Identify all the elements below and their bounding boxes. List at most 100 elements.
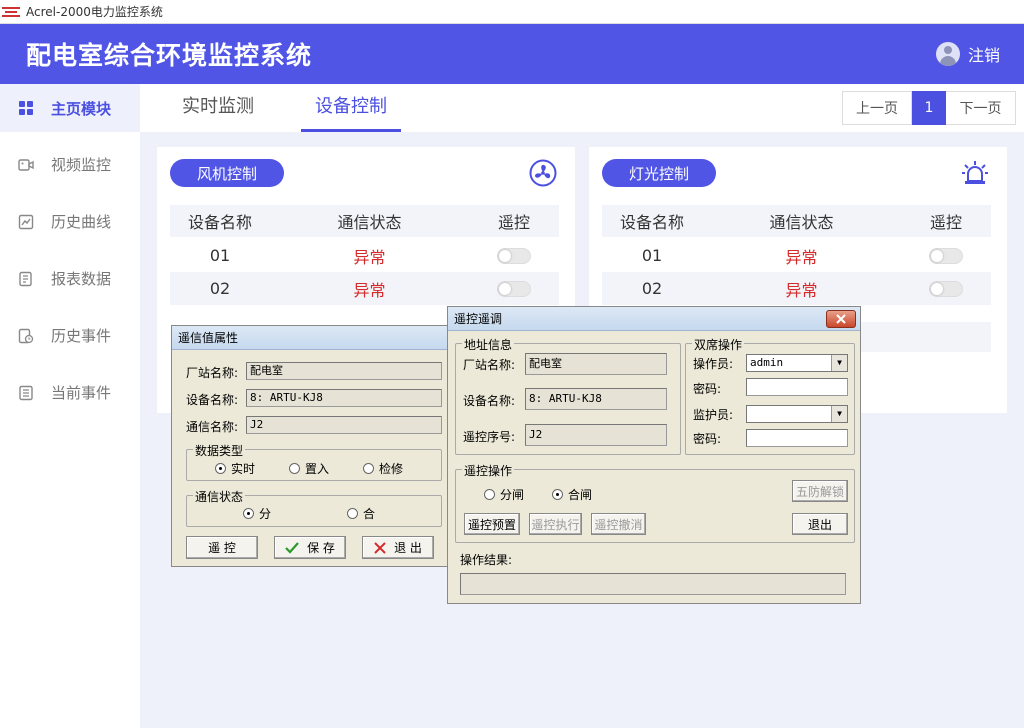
device-field: 8: ARTU-KJ8 bbox=[246, 389, 442, 407]
close-icon bbox=[374, 541, 386, 554]
column-header: 设备名称 bbox=[187, 213, 252, 232]
radio-close[interactable]: 合 bbox=[347, 505, 375, 522]
sidebar-item-label: 历史事件 bbox=[51, 327, 112, 345]
dropdown-arrow-icon: ▼ bbox=[831, 355, 847, 371]
comm-status: 异常 bbox=[785, 247, 818, 267]
sequence-label: 遥控序号: bbox=[463, 430, 516, 444]
tab-realtime[interactable]: 实时监测 bbox=[170, 84, 266, 132]
light-control-button[interactable]: 灯光控制 bbox=[602, 159, 716, 187]
window-title: Acrel-2000电力监控系统 bbox=[26, 5, 163, 19]
remote-toggle[interactable] bbox=[497, 280, 531, 297]
prev-page-button[interactable]: 上一页 bbox=[842, 91, 912, 125]
fan-icon bbox=[529, 159, 557, 187]
group-label: 通信状态 bbox=[193, 488, 246, 505]
sidebar-item-video[interactable]: 视频监控 bbox=[0, 136, 140, 193]
sidebar-item-label: 主页模块 bbox=[51, 99, 112, 118]
address-info-group: 地址信息 厂站名称: 配电室 设备名称: 8: ARTU-KJ8 遥控序号: J… bbox=[455, 336, 681, 455]
logout-button[interactable]: 注销 bbox=[935, 42, 1024, 66]
group-label: 遥控操作 bbox=[462, 462, 515, 479]
history-icon bbox=[18, 328, 34, 344]
sidebar-item-label: 历史曲线 bbox=[51, 213, 112, 231]
column-header: 通信状态 bbox=[769, 213, 834, 232]
sidebar: 主页模块 视频监控 历史曲线 报表数据 历史事件 当前事件 bbox=[0, 84, 140, 728]
page-number-button[interactable]: 1 bbox=[912, 91, 946, 125]
comm-status: 异常 bbox=[353, 280, 386, 300]
remote-control-button[interactable]: 遥 控 bbox=[186, 536, 258, 559]
save-button[interactable]: 保 存 bbox=[274, 536, 346, 559]
password-label: 密码: bbox=[693, 382, 722, 396]
guardian-label: 监护员: bbox=[693, 408, 734, 422]
page-title: 配电室综合环境监控系统 bbox=[26, 41, 313, 70]
fan-control-button[interactable]: 风机控制 bbox=[170, 159, 284, 187]
report-icon bbox=[18, 271, 34, 287]
comm-status: 异常 bbox=[785, 280, 818, 300]
logout-label: 注销 bbox=[967, 46, 1000, 65]
station-field: 配电室 bbox=[246, 362, 442, 380]
execute-button[interactable]: 遥控执行 bbox=[529, 513, 582, 535]
exit-button[interactable]: 退 出 bbox=[362, 536, 434, 559]
tab-device-control[interactable]: 设备控制 bbox=[301, 84, 401, 132]
fan-table: 设备名称 通信状态 遥控 01 异常 02 异常 bbox=[170, 205, 559, 305]
column-header: 通信状态 bbox=[337, 213, 402, 232]
device-name: 02 bbox=[209, 279, 231, 298]
column-header: 遥控 bbox=[497, 213, 530, 232]
sequence-field: J2 bbox=[525, 424, 667, 446]
group-label: 地址信息 bbox=[462, 336, 515, 353]
device-field: 8: ARTU-KJ8 bbox=[525, 388, 667, 410]
comm-name-field: J2 bbox=[246, 416, 442, 434]
guardian-select[interactable]: ▼ bbox=[746, 405, 848, 423]
window-titlebar: Acrel-2000电力监控系统 bbox=[0, 0, 1024, 24]
sidebar-item-home[interactable]: 主页模块 bbox=[0, 84, 140, 132]
device-name: 01 bbox=[641, 246, 663, 265]
radio-maintenance[interactable]: 检修 bbox=[363, 460, 403, 477]
table-row: 02 异常 bbox=[170, 272, 559, 305]
dual-operation-group: 双席操作 操作员: admin ▼ 密码: 监护员: ▼ 密码: bbox=[685, 336, 855, 455]
group-label: 双席操作 bbox=[692, 336, 745, 353]
chart-icon bbox=[18, 214, 34, 230]
password-input[interactable] bbox=[746, 378, 848, 396]
device-label: 设备名称: bbox=[463, 394, 516, 408]
radio-trip[interactable]: 分闸 bbox=[484, 486, 524, 503]
sidebar-item-label: 视频监控 bbox=[51, 156, 112, 174]
data-type-group: 数据类型 实时 置入 检修 bbox=[186, 442, 442, 481]
avatar-icon bbox=[935, 42, 960, 66]
device-name: 01 bbox=[209, 246, 231, 265]
exit-button[interactable]: 退出 bbox=[792, 513, 848, 535]
radio-manual-set[interactable]: 置入 bbox=[289, 460, 329, 477]
next-page-button[interactable]: 下一页 bbox=[946, 91, 1016, 125]
station-field: 配电室 bbox=[525, 353, 667, 375]
dialog-title: 遥信值属性 bbox=[172, 326, 448, 350]
password2-label: 密码: bbox=[693, 432, 722, 446]
tabs-bar: 实时监测 设备控制 上一页 1 下一页 bbox=[140, 84, 1024, 132]
comm-name-label: 通信名称: bbox=[186, 420, 239, 434]
check-icon bbox=[285, 541, 299, 554]
remote-toggle[interactable] bbox=[929, 280, 963, 297]
station-label: 厂站名称: bbox=[463, 358, 516, 372]
alarm-light-icon bbox=[962, 161, 988, 184]
radio-close-switch[interactable]: 合闸 bbox=[552, 486, 592, 503]
preset-button[interactable]: 遥控预置 bbox=[464, 513, 520, 535]
sidebar-item-history-events[interactable]: 历史事件 bbox=[0, 307, 140, 364]
sidebar-item-history-curve[interactable]: 历史曲线 bbox=[0, 193, 140, 250]
remote-toggle[interactable] bbox=[929, 247, 963, 264]
password2-input[interactable] bbox=[746, 429, 848, 447]
close-icon bbox=[836, 314, 846, 324]
close-button[interactable] bbox=[826, 310, 856, 328]
app-header: 配电室综合环境监控系统 注销 bbox=[0, 24, 1024, 84]
unlock-button[interactable]: 五防解锁 bbox=[792, 480, 848, 502]
table-row: 02 异常 bbox=[602, 272, 991, 305]
sidebar-item-label: 当前事件 bbox=[51, 384, 112, 402]
sidebar-item-report[interactable]: 报表数据 bbox=[0, 250, 140, 307]
cancel-button[interactable]: 遥控撤消 bbox=[591, 513, 646, 535]
radio-realtime[interactable]: 实时 bbox=[215, 460, 255, 477]
radio-open[interactable]: 分 bbox=[243, 505, 271, 522]
table-row: 01 异常 bbox=[602, 239, 991, 272]
sidebar-item-current-events[interactable]: 当前事件 bbox=[0, 364, 140, 421]
dashboard-icon bbox=[18, 100, 34, 116]
table-row: 01 异常 bbox=[170, 239, 559, 272]
column-header: 遥控 bbox=[929, 213, 962, 232]
device-name: 02 bbox=[641, 279, 663, 298]
remote-toggle[interactable] bbox=[497, 247, 531, 264]
operator-select[interactable]: admin ▼ bbox=[746, 354, 848, 372]
remote-control-dialog: 遥控遥调 地址信息 厂站名称: 配电室 设备名称: 8: ARTU-KJ8 遥控… bbox=[447, 306, 861, 604]
